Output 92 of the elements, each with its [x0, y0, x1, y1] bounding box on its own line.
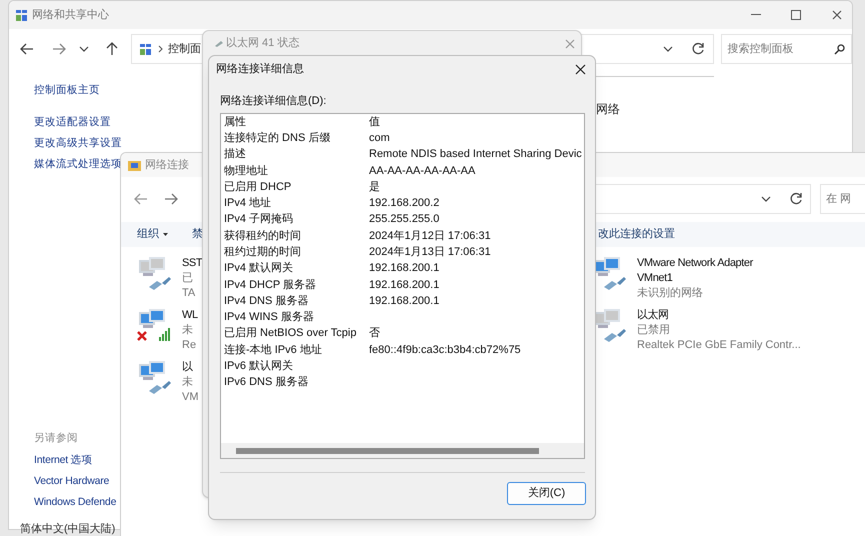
property-cell-text: 描述: [224, 147, 247, 162]
value-cell-text: fe80::4f9b:ca3c:b3b4:cb72%75: [369, 342, 521, 358]
property-cell-text: IPv6 DNS 服务器: [224, 375, 310, 390]
forward-arrow-icon[interactable]: [52, 43, 66, 55]
value-cell-text: 否: [369, 326, 380, 342]
window-title: 网络和共享中心: [32, 8, 109, 23]
value-cell-text: com: [369, 130, 390, 146]
adapter-name: WL: [182, 308, 198, 323]
refresh-icon[interactable]: [788, 192, 803, 206]
property-cell-text: 连接-本地 IPv6 地址: [224, 342, 323, 358]
value-cell-text: 192.168.200.2: [369, 196, 440, 212]
search-field[interactable]: 搜索控制面板: [720, 34, 852, 64]
column-header[interactable]: 值: [369, 114, 380, 130]
value-cell-text: 192.168.200.1: [369, 294, 440, 309]
property-cell-text: 获得租约的时间: [224, 228, 302, 244]
property-cell-text: 连接特定的 DNS 后缀: [224, 130, 332, 146]
close-icon[interactable]: [575, 64, 586, 74]
property-cell-text: 租约过期的时间: [224, 244, 302, 260]
adapter-status: 已: [182, 271, 194, 286]
column-header[interactable]: 属性: [224, 114, 369, 130]
forward-arrow-icon[interactable]: [164, 193, 178, 205]
adapter-device: VM: [182, 390, 198, 405]
value-cell-text: AA-AA-AA-AA-AA-AA: [369, 164, 476, 178]
chevron-down-icon[interactable]: [662, 46, 673, 52]
adapter-status: 未: [182, 375, 194, 390]
sidebar-link[interactable]: 控制面板主页: [34, 82, 121, 98]
value-cell-text: 192.168.200.1: [369, 261, 440, 276]
value-cell-text: 192.168.200.1: [369, 278, 440, 293]
toolbar-button[interactable]: 改此连接的设置: [598, 226, 675, 243]
toolbar-button[interactable]: 禁: [192, 226, 203, 243]
close-icon[interactable]: [832, 10, 842, 20]
dialog-title: 网络连接详细信息: [216, 62, 304, 77]
refresh-icon[interactable]: [690, 42, 705, 56]
chevron-down-icon[interactable]: [760, 196, 771, 202]
search-placeholder: 在 网: [826, 192, 851, 207]
details-list[interactable]: [220, 113, 585, 459]
network-center-icon: [15, 8, 28, 22]
window-title: 网络连接: [145, 158, 189, 173]
network-plug-icon: [215, 40, 223, 46]
horizontal-scrollbar[interactable]: [221, 443, 584, 458]
see-also-link[interactable]: Windows Defende: [34, 494, 121, 510]
property-cell-text: 物理地址: [224, 164, 269, 178]
window-title: 以太网 41 状态: [226, 36, 300, 52]
minimize-icon[interactable]: [751, 14, 761, 16]
address-text: 控制面: [168, 42, 201, 57]
adapter-status: 未: [182, 323, 194, 338]
adapter-name: VMware Network Adapter VMnet1: [637, 256, 754, 286]
sidebar-link[interactable]: 更改高级共享设置: [34, 135, 121, 151]
adapter-name: SST: [182, 256, 202, 271]
menu-button[interactable]: 组织: [137, 226, 168, 243]
section-title: 网络: [596, 101, 621, 118]
value-cell-text: 2024年1月13日 17:06:31: [369, 244, 491, 260]
property-cell-text: IPv4 DNS 服务器: [224, 294, 310, 309]
sidebar-link[interactable]: 更改适配器设置: [34, 114, 121, 130]
search-icon[interactable]: [834, 44, 845, 54]
property-cell-text: IPv6 默认网关: [224, 358, 294, 374]
up-arrow-icon[interactable]: [106, 42, 118, 56]
adapter-status: 已禁用: [637, 323, 671, 338]
see-also-link[interactable]: Vector Hardware: [34, 473, 121, 489]
property-cell-text: IPv4 默认网关: [224, 260, 294, 276]
see-also-link[interactable]: Internet 选项: [34, 452, 121, 468]
folder-network-icon: [128, 159, 141, 171]
adapter-name: 以: [182, 360, 194, 375]
property-cell-text: 已启用 NetBIOS over Tcpip: [224, 326, 358, 342]
adapter-device: TA: [182, 286, 196, 301]
breadcrumb-chevron-icon: [158, 45, 163, 53]
property-cell-text: IPv4 WINS 服务器: [224, 310, 315, 326]
adapter-device: Re: [182, 338, 198, 353]
property-cell-text: IPv4 子网掩码: [224, 212, 294, 228]
value-cell-text: 2024年1月12日 17:06:31: [369, 228, 491, 244]
search-field[interactable]: 在 网: [820, 184, 865, 214]
value-cell-text: Remote NDIS based Internet Sharing Devic: [369, 147, 582, 162]
adapter-device: Realtek PCIe GbE Family Contr...: [637, 338, 801, 353]
close-button[interactable]: 关闭(C): [507, 482, 586, 505]
property-cell-text: IPv4 地址: [224, 196, 272, 212]
sidebar-link[interactable]: 媒体流式处理选项: [34, 156, 121, 172]
property-cell-text: IPv4 DHCP 服务器: [224, 278, 318, 293]
network-center-icon: [139, 42, 152, 56]
value-cell-text: 是: [369, 180, 380, 195]
back-arrow-icon[interactable]: [20, 43, 34, 55]
section-heading: 另请参阅: [34, 431, 79, 446]
search-placeholder: 搜索控制面板: [728, 42, 794, 57]
list-label: 网络连接详细信息(D):: [220, 94, 328, 109]
value-cell-text: 255.255.255.0: [369, 212, 440, 228]
property-cell-text: 已启用 DHCP: [224, 180, 292, 195]
scrollbar-thumb[interactable]: [236, 448, 539, 454]
language-indicator[interactable]: 简体中文(中国大陆): [20, 523, 116, 536]
adapter-status: 未识别的网络: [637, 286, 704, 301]
maximize-icon[interactable]: [791, 10, 801, 20]
recent-locations-icon[interactable]: [79, 46, 89, 52]
adapter-name: 以太网: [637, 308, 670, 323]
dropdown-caret-icon: [163, 233, 168, 236]
